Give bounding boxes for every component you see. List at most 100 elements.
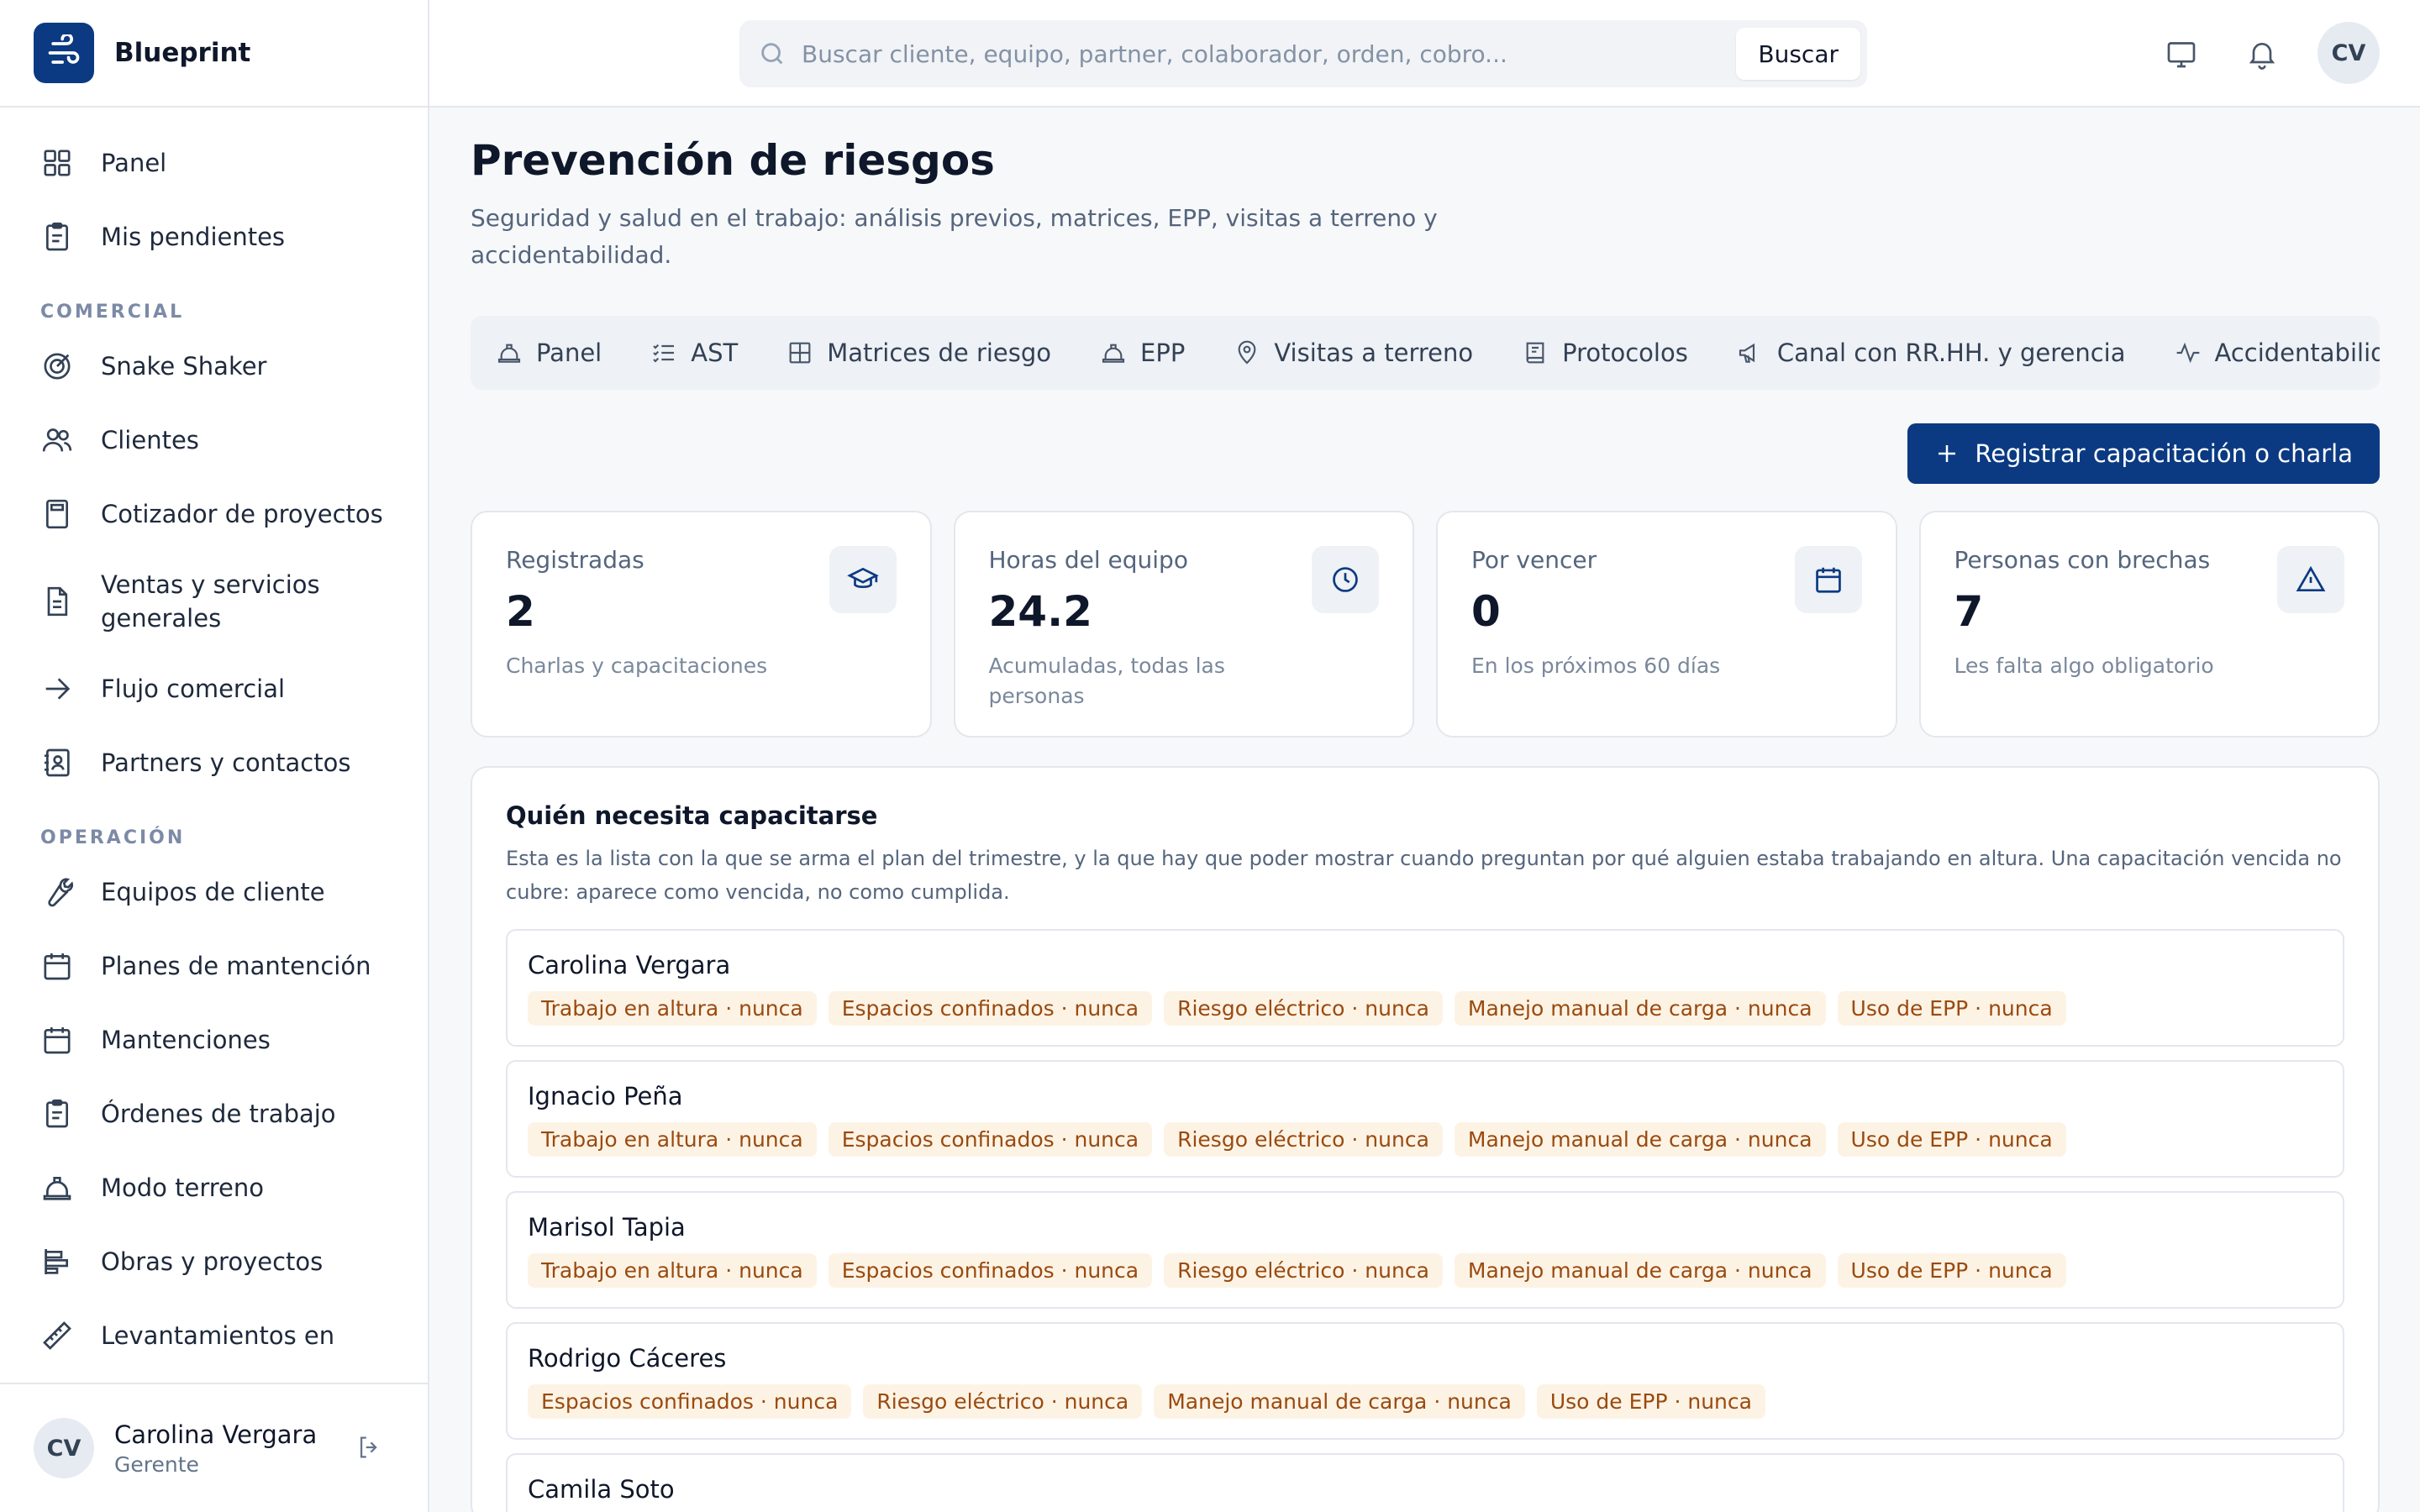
logout-icon[interactable] <box>355 1433 384 1462</box>
alert-triangle-icon <box>2277 546 2344 613</box>
tab-visitas[interactable]: Visitas a terreno <box>1234 339 1473 367</box>
stats-row: Registradas 2 Charlas y capacitaciones H… <box>471 511 2380 738</box>
stat-card-registradas: Registradas 2 Charlas y capacitaciones <box>471 511 932 738</box>
tab-label: Accidentabilidad <box>2214 339 2381 367</box>
search-bar: Buscar <box>739 20 1867 87</box>
training-gap-list: Trabajo en altura · nunca Espacios confin… <box>528 1122 2323 1157</box>
training-gap-list: Espacios confinados · nunca Riesgo eléctr… <box>528 1384 2323 1419</box>
sidebar-section-title: COMERCIAL <box>40 302 185 323</box>
avatar[interactable]: CV <box>34 1418 94 1478</box>
user-role: Gerente <box>114 1452 199 1477</box>
sidebar-item-label: Modo terreno <box>101 1173 265 1202</box>
sidebar-item-label: Mantenciones <box>101 1026 271 1054</box>
register-training-button[interactable]: Registrar capacitación o charla <box>1907 423 2380 484</box>
sidebar-user: CV Carolina Vergara Gerente <box>0 1383 428 1512</box>
activity-icon <box>2176 342 2199 364</box>
arrow-right-icon <box>45 678 71 700</box>
sidebar-item-flujo-comercial[interactable]: Flujo comercial <box>0 652 428 726</box>
hard-hat-icon <box>1102 344 1125 363</box>
list-item[interactable]: Camila Soto <box>506 1453 2344 1512</box>
clock-icon <box>1312 546 1379 613</box>
training-gap-badge: Espacios confinados · nunca <box>528 1384 852 1419</box>
stat-description: En los próximos 60 días <box>1471 654 1721 678</box>
training-gap-badge: Trabajo en altura · nunca <box>528 991 817 1026</box>
sidebar-item-label: Clientes <box>101 426 199 454</box>
sidebar-item-ordenes-trabajo[interactable]: Órdenes de trabajo <box>0 1077 428 1151</box>
training-needs-card: Quién necesita capacitarse Esta es la li… <box>471 766 2380 1512</box>
sidebar-item-label: Flujo comercial <box>101 675 286 703</box>
document-icon <box>47 586 68 617</box>
stat-description: Les falta algo obligatorio <box>1954 654 2214 678</box>
list-item[interactable]: Carolina Vergara Trabajo en altura · nunc… <box>506 929 2344 1047</box>
sidebar-item-modo-terreno[interactable]: Modo terreno <box>0 1151 428 1225</box>
sidebar-item-label: Panel <box>101 149 167 177</box>
book-icon <box>1526 342 1544 364</box>
section-tabs: Panel AST Matrices de riesgo EPP Visitas… <box>471 316 2380 390</box>
sidebar-item-partners[interactable]: Partners y contactos <box>0 726 428 800</box>
search-input[interactable] <box>802 39 1737 68</box>
sidebar-item-mantenciones[interactable]: Mantenciones <box>0 1003 428 1077</box>
top-bar: Buscar CV <box>429 0 2420 108</box>
sidebar-item-label: Cotizador de proyectos <box>101 500 383 528</box>
training-gap-badge: Riesgo eléctrico · nunca <box>1164 1122 1443 1157</box>
sidebar-item-cotizador[interactable]: Cotizador de proyectos <box>0 477 428 551</box>
list-item[interactable]: Rodrigo Cáceres Espacios confinados · nun… <box>506 1322 2344 1440</box>
sidebar-item-panel[interactable]: Panel <box>0 126 428 200</box>
tab-panel[interactable]: Panel <box>496 339 602 367</box>
training-gap-badge: Trabajo en altura · nunca <box>528 1253 817 1288</box>
megaphone-icon <box>1739 343 1754 363</box>
tab-epp[interactable]: EPP <box>1100 339 1185 367</box>
sidebar-item-snake-shaker[interactable]: Snake Shaker <box>0 329 428 403</box>
sidebar-item-planes-mantencion[interactable]: Planes de mantención <box>0 929 428 1003</box>
register-training-label: Registrar capacitación o charla <box>1975 439 2353 468</box>
training-gap-badge: Uso de EPP · nunca <box>1837 991 2066 1026</box>
sidebar-item-levantamientos[interactable]: Levantamientos en <box>0 1299 428 1373</box>
tab-accidentabilidad[interactable]: Accidentabilidad <box>2175 339 2381 367</box>
person-name: Carolina Vergara <box>528 951 731 979</box>
sidebar-item-mis-pendientes[interactable]: Mis pendientes <box>0 200 428 274</box>
graduation-cap-icon <box>829 546 897 613</box>
ruler-icon <box>43 1321 71 1350</box>
tab-label: AST <box>691 339 739 367</box>
person-name: Camila Soto <box>528 1475 675 1504</box>
tab-canal-rrhh[interactable]: Canal con RR.HH. y gerencia <box>1737 339 2126 367</box>
tab-protocolos[interactable]: Protocolos <box>1522 339 1688 367</box>
search-button[interactable]: Buscar <box>1736 28 1860 80</box>
tab-label: Visitas a terreno <box>1274 339 1474 367</box>
target-icon <box>44 353 71 380</box>
sidebar-item-ventas[interactable]: Ventas y servicios generales <box>0 551 428 652</box>
list-item[interactable]: Ignacio Peña Trabajo en altura · nunca Esp… <box>506 1060 2344 1178</box>
tab-label: Matrices de riesgo <box>827 339 1052 367</box>
tab-matrices[interactable]: Matrices de riesgo <box>786 339 1051 367</box>
sidebar-item-equipos-cliente[interactable]: Equipos de cliente <box>0 855 428 929</box>
user-name: Carolina Vergara <box>114 1420 318 1449</box>
page-subtitle: Seguridad y salud en el trabajo: análisi… <box>471 204 1438 269</box>
users-icon <box>42 428 72 452</box>
tab-label: Canal con RR.HH. y gerencia <box>1776 339 2126 367</box>
sidebar-section-title: OPERACIÓN <box>40 827 186 848</box>
list-item[interactable]: Marisol Tapia Trabajo en altura · nunca Es… <box>506 1191 2344 1309</box>
tab-ast[interactable]: AST <box>650 339 738 367</box>
hard-hat-icon <box>497 344 521 363</box>
sidebar-item-label: Equipos de cliente <box>101 878 325 906</box>
sidebar-item-label: Planes de mantención <box>101 952 371 980</box>
user-avatar[interactable]: CV <box>2317 22 2380 84</box>
training-needs-description: Esta es la lista con la que se arma el p… <box>506 847 2342 904</box>
main-content: Prevención de riesgos Seguridad y salud … <box>471 108 2380 1512</box>
checklist-icon <box>653 344 675 363</box>
clipboard-icon <box>46 1099 68 1128</box>
brand[interactable]: Blueprint <box>0 0 428 108</box>
sidebar-item-clientes[interactable]: Clientes <box>0 403 428 477</box>
sidebar-nav: Panel Mis pendientes COMERCIAL Snake Sha… <box>0 108 428 1383</box>
sidebar-item-label: Mis pendientes <box>101 223 286 251</box>
bell-icon[interactable] <box>2245 37 2279 71</box>
monitor-icon[interactable] <box>2165 37 2198 71</box>
table-grid-icon <box>789 342 811 364</box>
training-gap-badge: Riesgo eléctrico · nunca <box>863 1384 1143 1419</box>
training-gap-badge: Manejo manual de carga · nunca <box>1454 1122 1826 1157</box>
clipboard-icon <box>46 222 68 251</box>
stat-card-horas: Horas del equipo 24.2 Acumuladas, todas … <box>953 511 1414 738</box>
training-gap-badge: Uso de EPP · nunca <box>1837 1122 2066 1157</box>
people-list: Carolina Vergara Trabajo en altura · nunc… <box>506 929 2344 1512</box>
sidebar-item-obras-proyectos[interactable]: Obras y proyectos <box>0 1225 428 1299</box>
